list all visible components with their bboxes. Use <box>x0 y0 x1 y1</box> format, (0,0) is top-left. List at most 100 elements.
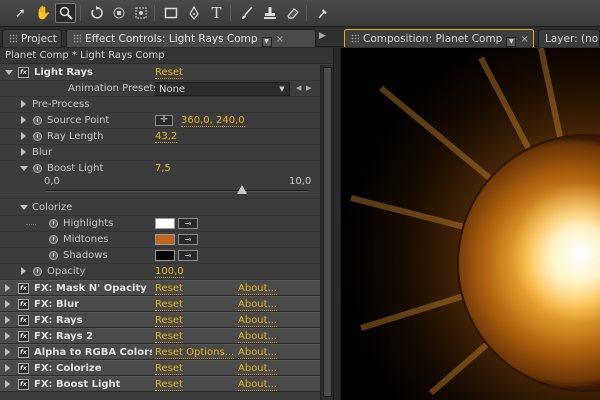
tab-composition[interactable]: Composition: Planet Comp ▼ × <box>344 29 534 47</box>
preset-prev-icon[interactable]: ◀ <box>296 84 301 92</box>
rotate-tool-icon[interactable] <box>86 3 107 23</box>
tab-menu-icon[interactable]: ▼ <box>261 37 272 47</box>
effect-row[interactable]: fx FX: Colorize Reset About... <box>0 360 320 376</box>
effect-row[interactable]: fx Alpha to RGBA Colors (Reset Options...… <box>0 344 320 360</box>
composition-viewer[interactable] <box>340 48 600 400</box>
text-tool-icon[interactable]: T <box>206 3 227 23</box>
opacity-value[interactable]: 100,0 <box>155 266 184 278</box>
collapse-triangle-icon[interactable] <box>20 205 28 210</box>
reset-button[interactable]: Reset <box>155 67 183 79</box>
effect-row[interactable]: fx FX: Rays Reset About... <box>0 312 320 328</box>
panel-grip-icon[interactable] <box>351 34 359 43</box>
chevron-down-icon: ▼ <box>279 85 285 93</box>
zoom-tool-icon[interactable] <box>55 3 76 23</box>
selection-tool-icon[interactable]: ➚ <box>10 3 31 23</box>
tab-menu-icon[interactable]: ▼ <box>506 37 517 47</box>
brush-tool-icon[interactable] <box>236 3 257 23</box>
fx-toggle-icon[interactable]: fx <box>18 299 29 310</box>
stopwatch-icon[interactable] <box>49 235 58 244</box>
hand-tool-icon[interactable]: ✋ <box>33 3 54 23</box>
stopwatch-icon[interactable] <box>33 132 42 141</box>
about-button[interactable]: About... <box>238 299 278 311</box>
expand-triangle-icon[interactable] <box>21 100 26 108</box>
expand-triangle-icon[interactable] <box>5 332 10 340</box>
panel-grip-icon[interactable] <box>73 34 81 43</box>
effect-row[interactable]: fx FX: Mask N' Opacity Reset About... <box>0 280 320 296</box>
fx-toggle-icon[interactable]: fx <box>18 347 29 358</box>
pre-process-group[interactable]: Pre-Process <box>0 97 320 113</box>
reset-button[interactable]: Reset <box>155 315 183 327</box>
chevron-right-icon[interactable]: ▶ <box>319 31 326 41</box>
stopwatch-icon[interactable] <box>33 164 42 173</box>
about-button[interactable]: About... <box>238 315 278 327</box>
highlights-color-swatch[interactable] <box>155 218 175 229</box>
reset-button[interactable]: Reset <box>155 299 183 311</box>
eyedropper-icon[interactable]: ⊸ <box>178 234 198 245</box>
effect-light-rays-header[interactable]: fx Light Rays Reset <box>0 65 320 81</box>
animation-presets-select[interactable]: None ▼ <box>155 82 290 96</box>
blur-group[interactable]: Blur <box>0 145 320 161</box>
vertical-scrollbar[interactable] <box>320 65 333 400</box>
expand-triangle-icon[interactable] <box>5 284 10 292</box>
stopwatch-icon[interactable] <box>33 267 42 276</box>
fx-toggle-icon[interactable]: fx <box>18 331 29 342</box>
fx-toggle-icon[interactable]: fx <box>18 379 29 390</box>
expand-triangle-icon[interactable] <box>5 364 10 372</box>
expand-triangle-icon[interactable] <box>21 116 26 124</box>
eyedropper-icon[interactable]: ⊸ <box>178 218 198 229</box>
pan-behind-icon[interactable] <box>130 3 151 23</box>
expand-triangle-icon[interactable] <box>5 348 10 356</box>
effect-row[interactable]: fx FX: Rays 2 Reset About... <box>0 328 320 344</box>
colorize-group[interactable]: Colorize <box>0 200 320 216</box>
about-button[interactable]: About... <box>238 363 278 375</box>
scrollbar-thumb[interactable] <box>323 67 332 397</box>
fx-toggle-icon[interactable]: fx <box>18 283 29 294</box>
about-button[interactable]: About... <box>238 347 278 359</box>
puppet-pin-icon[interactable] <box>312 3 333 23</box>
expand-triangle-icon[interactable] <box>21 267 26 275</box>
reset-button[interactable]: Reset <box>155 283 183 295</box>
fx-toggle-icon[interactable]: fx <box>18 363 29 374</box>
fx-toggle-icon[interactable]: fx <box>18 315 29 326</box>
expand-triangle-icon[interactable] <box>21 132 26 140</box>
source-point-value[interactable]: 360,0, 240,0 <box>181 115 245 127</box>
eraser-icon[interactable] <box>282 3 303 23</box>
stopwatch-icon[interactable] <box>33 116 42 125</box>
effect-row[interactable]: fx FX: Blur Reset About... <box>0 296 320 312</box>
about-button[interactable]: About... <box>238 331 278 343</box>
about-button[interactable]: About... <box>238 379 278 391</box>
shadows-color-swatch[interactable] <box>155 250 175 261</box>
expand-triangle-icon[interactable] <box>5 316 10 324</box>
fx-toggle-icon[interactable]: fx <box>18 67 29 78</box>
panel-grip-icon[interactable] <box>9 34 17 43</box>
expand-triangle-icon[interactable] <box>5 380 10 388</box>
boost-light-slider-thumb[interactable] <box>237 185 248 194</box>
orbit-camera-icon[interactable] <box>108 3 129 23</box>
tab-project[interactable]: Project <box>2 29 62 47</box>
stopwatch-icon[interactable] <box>49 251 58 260</box>
clone-stamp-icon[interactable] <box>259 3 280 23</box>
ray-length-value[interactable]: 43,2 <box>155 131 178 143</box>
collapse-triangle-icon[interactable] <box>20 166 28 171</box>
midtones-color-swatch[interactable] <box>155 234 175 245</box>
expand-triangle-icon[interactable] <box>5 70 13 75</box>
tab-layer[interactable]: Layer: (no <box>538 29 600 47</box>
reset-button[interactable]: Reset Options... <box>155 347 235 359</box>
reset-button[interactable]: Reset <box>155 331 183 343</box>
expand-triangle-icon[interactable] <box>5 300 10 308</box>
close-icon[interactable]: × <box>520 34 528 45</box>
expand-triangle-icon[interactable] <box>21 148 26 156</box>
preset-next-icon[interactable]: ▶ <box>306 84 311 92</box>
rectangle-mask-icon[interactable] <box>160 3 181 23</box>
reset-button[interactable]: Reset <box>155 379 183 391</box>
stopwatch-icon[interactable] <box>49 219 58 228</box>
reset-button[interactable]: Reset <box>155 363 183 375</box>
effect-row[interactable]: fx FX: Boost Light Reset About... <box>0 376 320 392</box>
tab-effect-controls[interactable]: Effect Controls: Light Rays Comp ▼ × <box>66 29 316 47</box>
boost-light-slider-track[interactable] <box>45 190 308 192</box>
crosshair-icon[interactable]: ✛ <box>155 115 173 126</box>
eyedropper-icon[interactable]: ⊸ <box>178 250 198 261</box>
close-icon[interactable]: × <box>276 34 284 45</box>
pen-tool-icon[interactable] <box>183 3 204 23</box>
about-button[interactable]: About... <box>238 283 278 295</box>
